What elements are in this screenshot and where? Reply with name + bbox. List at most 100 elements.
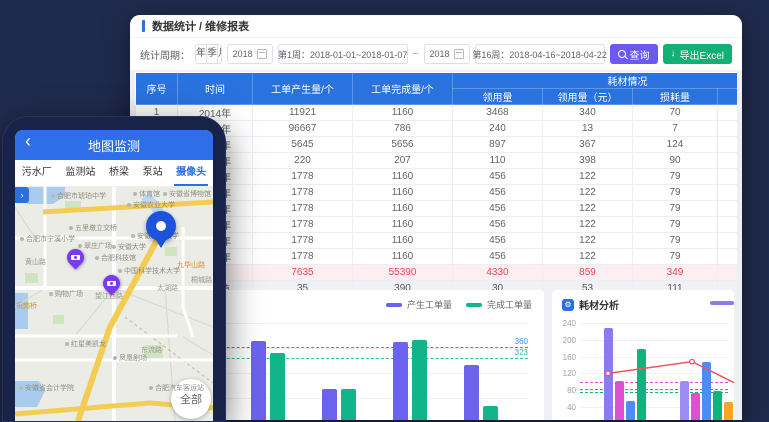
start-week-select[interactable]: 第1周：2018-01-01~2018-01-07 xyxy=(278,44,408,64)
table-sub-header: 损耗量 xyxy=(633,89,718,105)
map-label: 安徽省会计学院 xyxy=(19,383,74,393)
poi-dot-icon xyxy=(19,386,23,390)
poi-dot-icon xyxy=(133,192,137,196)
phone-tab-桥梁[interactable]: 桥梁 xyxy=(109,160,129,186)
map-label: 合肥汽车客运站 xyxy=(149,383,204,393)
expand-icon[interactable]: › xyxy=(15,187,29,203)
map-label: 体育馆 xyxy=(133,189,160,199)
map-label: 安徽大学 xyxy=(112,242,146,252)
table-cell: 79 xyxy=(633,185,718,201)
table-cell: 456 xyxy=(453,201,543,217)
export-excel-button[interactable]: ↓ 导出Excel xyxy=(663,44,732,64)
legend-label: 产生工单量 xyxy=(407,298,452,311)
bar[interactable] xyxy=(251,341,266,420)
phone-tab-泵站[interactable]: 泵站 xyxy=(143,160,163,186)
bar[interactable] xyxy=(322,389,337,420)
table-cell: 129 xyxy=(718,137,738,153)
map-label: 太湖路 xyxy=(157,283,178,293)
bar-group xyxy=(322,389,356,420)
export-button-label: 导出Excel xyxy=(680,47,724,62)
table-row: 22015年96667786240137690 xyxy=(136,121,738,137)
end-week-value: 第16周：2018-04-16~2018-04-22 xyxy=(472,48,606,61)
period-label: 统计周期： xyxy=(140,47,190,62)
calendar-icon xyxy=(257,49,267,59)
phone-header: ‹ 地图监测 xyxy=(15,130,213,160)
table-cell: 55390 xyxy=(353,265,453,281)
table-cell: 79 xyxy=(633,169,718,185)
table-cell: 1778 xyxy=(253,185,353,201)
breadcrumb[interactable]: 数据统计 / 维修报表 xyxy=(152,18,249,34)
table-sub-header: 领用量 xyxy=(453,89,543,105)
query-button[interactable]: 查询 xyxy=(610,44,658,64)
poi-dot-icon xyxy=(149,386,153,390)
table-cell: 1778 xyxy=(253,249,353,265)
period-option-季[interactable]: 季 xyxy=(207,45,218,63)
chart-legend: 产生工单量 完成工单量 xyxy=(386,298,532,311)
phone-tab-污水厂[interactable]: 污水厂 xyxy=(22,160,52,186)
table-cell: 67 xyxy=(718,249,738,265)
table-cell: 4330 xyxy=(453,265,543,281)
period-option-月[interactable]: 月 xyxy=(218,45,222,63)
table-row: 12014年119211160346834070250 xyxy=(136,105,738,121)
end-year-value: 2018 xyxy=(430,49,450,59)
table-cell: 349 xyxy=(633,265,718,281)
bar-group xyxy=(251,341,285,420)
poi-dot-icon xyxy=(65,342,69,346)
table-cell: 340 xyxy=(543,105,633,121)
bar[interactable] xyxy=(464,365,479,420)
table-cell: 897 xyxy=(453,137,543,153)
bar[interactable] xyxy=(270,353,285,420)
start-year-select[interactable]: 2018 xyxy=(227,44,273,64)
phone-tab-监测站[interactable]: 监测站 xyxy=(65,160,95,186)
bar[interactable] xyxy=(412,340,427,420)
range-separator: ~ xyxy=(413,49,419,60)
camera-glyph xyxy=(107,281,116,286)
map-label: 合肥市琥珀中学 xyxy=(51,191,106,201)
consumables-chart-card: ⚙ 耗材分析 2402001601208040 xyxy=(552,290,734,420)
table-cell: 456 xyxy=(453,233,543,249)
legend-item-完成工单量[interactable]: 完成工单量 xyxy=(466,298,532,311)
table-cell: 456 xyxy=(453,217,543,233)
table-cell: 13 xyxy=(543,121,633,137)
table-cell: 79 xyxy=(633,201,718,217)
table-cell: 1160 xyxy=(353,233,453,249)
table-cell: 110 xyxy=(453,153,543,169)
bar[interactable] xyxy=(341,389,356,420)
table-cell: 67 xyxy=(718,185,738,201)
table-cell: 67 xyxy=(718,201,738,217)
end-week-select[interactable]: 第16周：2018-04-16~2018-04-22 xyxy=(475,44,605,64)
table-cell: 1160 xyxy=(353,201,453,217)
table-cell: 7635 xyxy=(253,265,353,281)
end-year-select[interactable]: 2018 xyxy=(424,44,470,64)
table-sub-header: 金额 xyxy=(718,89,738,105)
table-cell: 1160 xyxy=(353,249,453,265)
map-view[interactable]: › 全部 合肥市琥珀中学体育馆安徽农业大学安徽省博物馆五里墩立交桥安徽医科大学合… xyxy=(15,187,213,421)
filter-bar: 统计周期： 年季月周日 2018 第1周：2018-01-01~2018-01-… xyxy=(130,38,742,70)
table-header: 时间 xyxy=(178,73,253,105)
phone-tab-摄像头[interactable]: 摄像头 xyxy=(176,160,206,186)
map-label: 祝岗桥 xyxy=(16,301,37,311)
period-option-年[interactable]: 年 xyxy=(196,45,207,63)
breadcrumb-bar: 数据统计 / 维修报表 xyxy=(130,15,742,38)
table-cell: 67 xyxy=(718,217,738,233)
table-cell: 250 xyxy=(718,105,738,121)
legend-item-产生工单量[interactable]: 产生工单量 xyxy=(386,298,452,311)
bar[interactable] xyxy=(393,342,408,420)
start-year-value: 2018 xyxy=(233,49,253,59)
bar-group xyxy=(393,340,427,420)
table-cell: 33 xyxy=(718,265,738,281)
poi-dot-icon xyxy=(49,292,53,296)
poi-dot-icon xyxy=(163,192,167,196)
map-label: 凤凰剧场 xyxy=(113,353,147,363)
poi-dot-icon xyxy=(69,226,73,230)
back-icon[interactable]: ‹ xyxy=(25,131,31,152)
selected-location-pin[interactable] xyxy=(146,211,176,241)
poi-dot-icon xyxy=(113,356,117,360)
table-header: 序号 xyxy=(136,73,178,105)
bar[interactable] xyxy=(483,406,498,421)
table-cell: 1778 xyxy=(253,201,353,217)
phone-title: 地图监测 xyxy=(88,136,140,155)
table-cell: 1160 xyxy=(353,105,453,121)
table-cell: 11921 xyxy=(253,105,353,121)
table-cell: 79 xyxy=(633,249,718,265)
